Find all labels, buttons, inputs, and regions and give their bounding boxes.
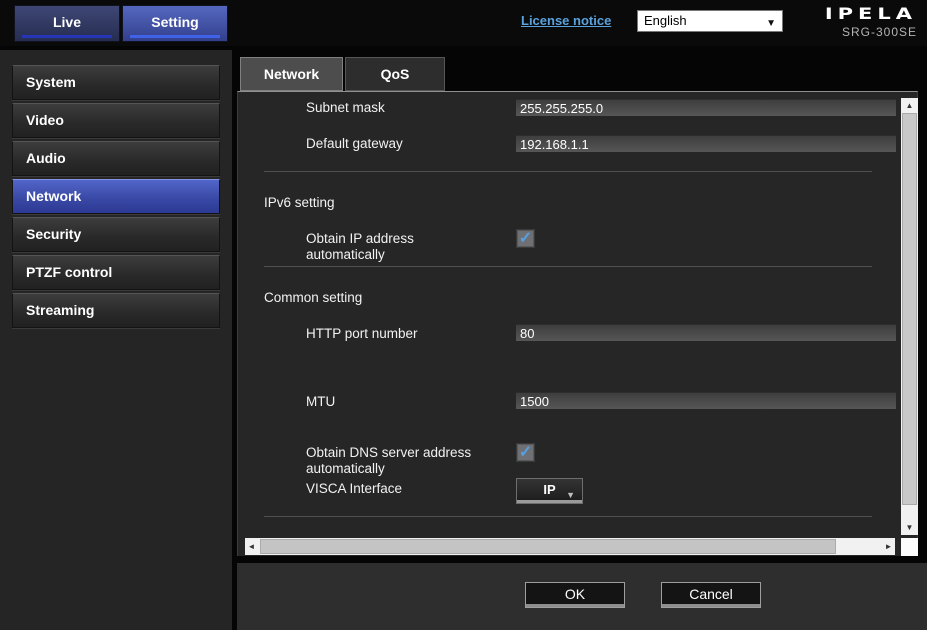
sidebar-item-video[interactable]: Video (12, 103, 220, 138)
bottom-action-bar: OK Cancel (237, 563, 927, 630)
scroll-left-icon[interactable]: ◄ (245, 538, 258, 555)
http-port-input[interactable] (516, 324, 896, 341)
model-name: SRG-300SE (787, 25, 917, 39)
mtu-label: MTU (306, 394, 521, 410)
setting-tab-label: Setting (151, 14, 198, 30)
subnet-mask-input[interactable] (516, 99, 896, 116)
vertical-scrollbar-thumb[interactable] (902, 113, 917, 505)
default-gateway-label: Default gateway (306, 136, 521, 152)
mtu-input[interactable] (516, 392, 896, 409)
sidebar-item-network[interactable]: Network (12, 179, 220, 214)
obtain-ip-label: Obtain IP address automatically (306, 231, 521, 263)
section-divider (264, 266, 872, 267)
sidebar-item-streaming[interactable]: Streaming (12, 293, 220, 328)
live-tab-label: Live (53, 14, 81, 30)
scroll-down-icon[interactable]: ▼ (901, 520, 918, 535)
ipela-logo: IPELA (787, 4, 917, 23)
http-port-label: HTTP port number (306, 326, 521, 342)
default-gateway-input[interactable] (516, 135, 896, 152)
top-bar: Live Setting License notice English ▼ IP… (0, 0, 927, 46)
scroll-right-icon[interactable]: ► (882, 538, 895, 555)
subnet-mask-label: Subnet mask (306, 100, 521, 116)
obtain-ip-checkbox[interactable]: ✓ (516, 229, 535, 248)
scroll-up-icon[interactable]: ▲ (901, 98, 918, 113)
live-tab-underline (22, 35, 112, 38)
dropdown-arrow-icon: ▼ (566, 484, 575, 506)
language-select-value: English (644, 13, 687, 28)
check-icon: ✓ (519, 230, 532, 247)
language-select[interactable]: English ▼ (637, 10, 783, 32)
check-icon: ✓ (519, 444, 532, 461)
ok-button[interactable]: OK (525, 582, 625, 608)
sidebar: System Video Audio Network Security PTZF… (0, 50, 232, 630)
visca-interface-value: IP (543, 482, 555, 497)
section-divider (264, 516, 872, 517)
horizontal-scrollbar[interactable]: ◄ ► (245, 538, 895, 555)
tab-network[interactable]: Network (240, 57, 343, 91)
obtain-dns-label: Obtain DNS server address automatically (306, 445, 521, 477)
sidebar-item-security[interactable]: Security (12, 217, 220, 252)
app-window: Live Setting License notice English ▼ IP… (0, 0, 927, 630)
license-notice-link[interactable]: License notice (521, 13, 611, 28)
sidebar-item-audio[interactable]: Audio (12, 141, 220, 176)
network-settings-panel: Subnet mask Default gateway IPv6 setting… (237, 91, 918, 556)
sidebar-item-ptzf-control[interactable]: PTZF control (12, 255, 220, 290)
obtain-dns-checkbox[interactable]: ✓ (516, 443, 535, 462)
visca-interface-label: VISCA Interface (306, 481, 521, 497)
setting-tab-button[interactable]: Setting (122, 5, 228, 42)
ipv6-section-title: IPv6 setting (264, 195, 335, 210)
sidebar-item-system[interactable]: System (12, 65, 220, 100)
setting-tab-underline (130, 35, 220, 38)
vertical-scrollbar[interactable]: ▲ ▼ (901, 98, 918, 535)
dropdown-arrow-icon: ▼ (766, 14, 776, 34)
common-section-title: Common setting (264, 290, 362, 305)
tab-qos[interactable]: QoS (345, 57, 445, 91)
visca-interface-select[interactable]: IP ▼ (516, 478, 583, 504)
cancel-button[interactable]: Cancel (661, 582, 761, 608)
section-divider (264, 171, 872, 172)
live-tab-button[interactable]: Live (14, 5, 120, 42)
horizontal-scrollbar-thumb[interactable] (260, 539, 836, 554)
scrollbar-corner (901, 538, 918, 556)
